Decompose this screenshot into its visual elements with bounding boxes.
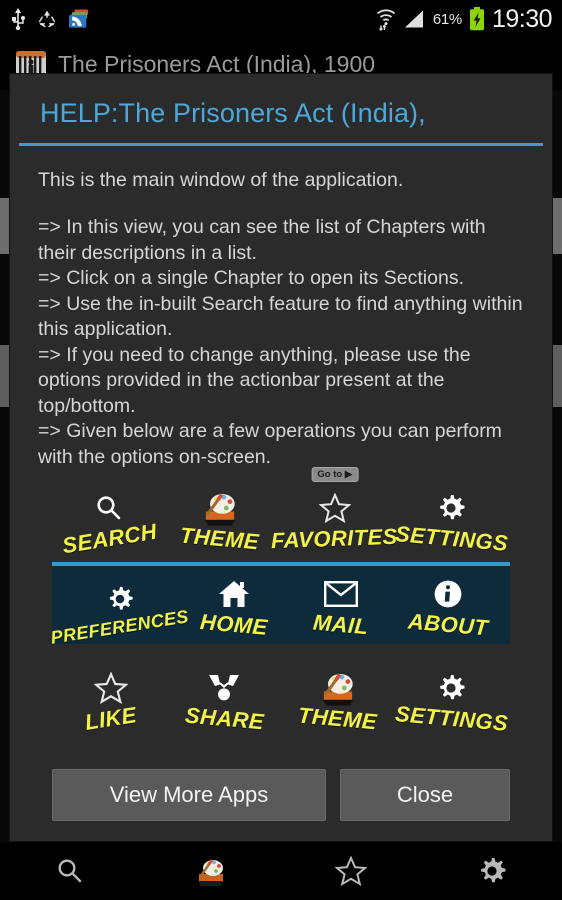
gear-icon — [105, 582, 135, 616]
battery-charging-icon — [469, 7, 485, 31]
goto-badge: Go to ▶ — [311, 467, 359, 482]
help-action-label: THEME — [179, 522, 261, 555]
help-action-label: FAVORITES — [271, 523, 399, 554]
help-action-label: MAIL — [312, 609, 370, 640]
help-action-mail[interactable]: MAIL — [287, 572, 394, 640]
help-action-label: SHARE — [183, 702, 265, 735]
mail-envelope-icon — [323, 577, 358, 611]
usb-icon — [10, 8, 26, 30]
status-bar: 61% 19:30 — [0, 0, 562, 38]
help-action-label: SEARCH — [60, 518, 159, 559]
bottom-bar-search-button[interactable] — [0, 842, 141, 900]
home-icon — [218, 577, 250, 611]
help-action-settings-bottom[interactable]: SETTINGS — [394, 662, 509, 736]
dialog-title: HELP:The Prisoners Act (India), — [40, 98, 426, 128]
palette-theme-icon — [200, 491, 240, 526]
help-action-preferences[interactable]: PREFERENCES — [49, 572, 190, 648]
star-outline-icon — [93, 671, 128, 705]
help-action-settings[interactable]: SETTINGS — [394, 482, 509, 556]
status-bar-left-icons — [0, 8, 90, 30]
clock: 19:30 — [491, 4, 553, 33]
gear-icon — [435, 671, 467, 705]
info-circle-icon — [433, 577, 463, 611]
dialog-body: This is the main window of the applicati… — [10, 146, 552, 755]
search-icon — [94, 491, 124, 525]
help-row-bottom-actions: LIKE SHARE THEME SETTINGS — [38, 662, 524, 736]
help-action-label: LIKE — [83, 702, 139, 735]
view-more-apps-button[interactable]: View More Apps — [52, 769, 326, 821]
help-action-search[interactable]: SEARCH — [54, 482, 164, 558]
help-action-label: SETTINGS — [393, 521, 509, 556]
bottom-bar-settings-button[interactable] — [422, 842, 562, 900]
help-action-share[interactable]: SHARE — [168, 662, 282, 734]
bullet-item: => Given below are a few operations you … — [38, 420, 502, 468]
help-action-label: THEME — [297, 702, 379, 735]
help-action-theme-bottom[interactable]: THEME — [281, 662, 395, 734]
help-action-theme[interactable]: THEME — [164, 482, 274, 554]
help-dialog: HELP:The Prisoners Act (India), This is … — [9, 73, 553, 842]
text-spacer — [38, 193, 524, 215]
screen: 61% 19:30 The Prisoners Act (India), 190… — [0, 0, 562, 900]
news-feed-icon — [68, 9, 90, 29]
dialog-bullet-list: => In this view, you can see the list of… — [38, 215, 524, 470]
help-row-actionbar-items: PREFERENCES HOME MAIL ABOUT — [49, 572, 508, 648]
help-action-home[interactable]: HOME — [180, 572, 287, 640]
battery-percent: 61% — [432, 10, 462, 28]
close-button[interactable]: Close — [340, 769, 510, 821]
bottom-bar-favorites-button[interactable] — [281, 842, 422, 900]
help-action-label: HOME — [198, 609, 269, 640]
share-icon — [207, 671, 241, 705]
sync-recycle-icon — [37, 9, 57, 29]
help-action-favorites[interactable]: Go to ▶ FAVORITES — [271, 467, 398, 553]
help-action-label: ABOUT — [407, 608, 490, 641]
cell-signal-icon — [404, 9, 426, 29]
dialog-title-area: HELP:The Prisoners Act (India), — [10, 74, 552, 143]
help-action-like[interactable]: LIKE — [54, 662, 168, 735]
dialog-button-bar: View More Apps Close — [10, 755, 552, 841]
help-row-top-actions: SEARCH THEME Go to ▶ FAVORITES SETTINGS — [38, 467, 524, 558]
dialog-intro-text: This is the main window of the applicati… — [38, 169, 404, 191]
star-outline-icon — [318, 491, 351, 525]
help-action-label: SETTINGS — [393, 701, 509, 736]
palette-theme-icon — [318, 671, 358, 706]
bullet-item: => Click on a single Chapter to open its… — [38, 267, 464, 289]
help-action-about[interactable]: ABOUT — [395, 572, 502, 640]
bottom-bar-theme-button[interactable] — [141, 842, 282, 900]
bottom-action-bar — [0, 842, 562, 900]
help-row-actionbar-panel: PREFERENCES HOME MAIL ABOUT — [49, 562, 510, 648]
bullet-item: => In this view, you can see the list of… — [38, 216, 486, 264]
bullet-item: => Use the in-built Search feature to fi… — [38, 292, 523, 341]
bullet-item: => If you need to change anything, pleas… — [38, 343, 471, 417]
wifi-updown-icon — [375, 7, 397, 31]
status-bar-right-icons: 61% 19:30 — [375, 5, 562, 34]
gear-icon — [435, 491, 467, 525]
